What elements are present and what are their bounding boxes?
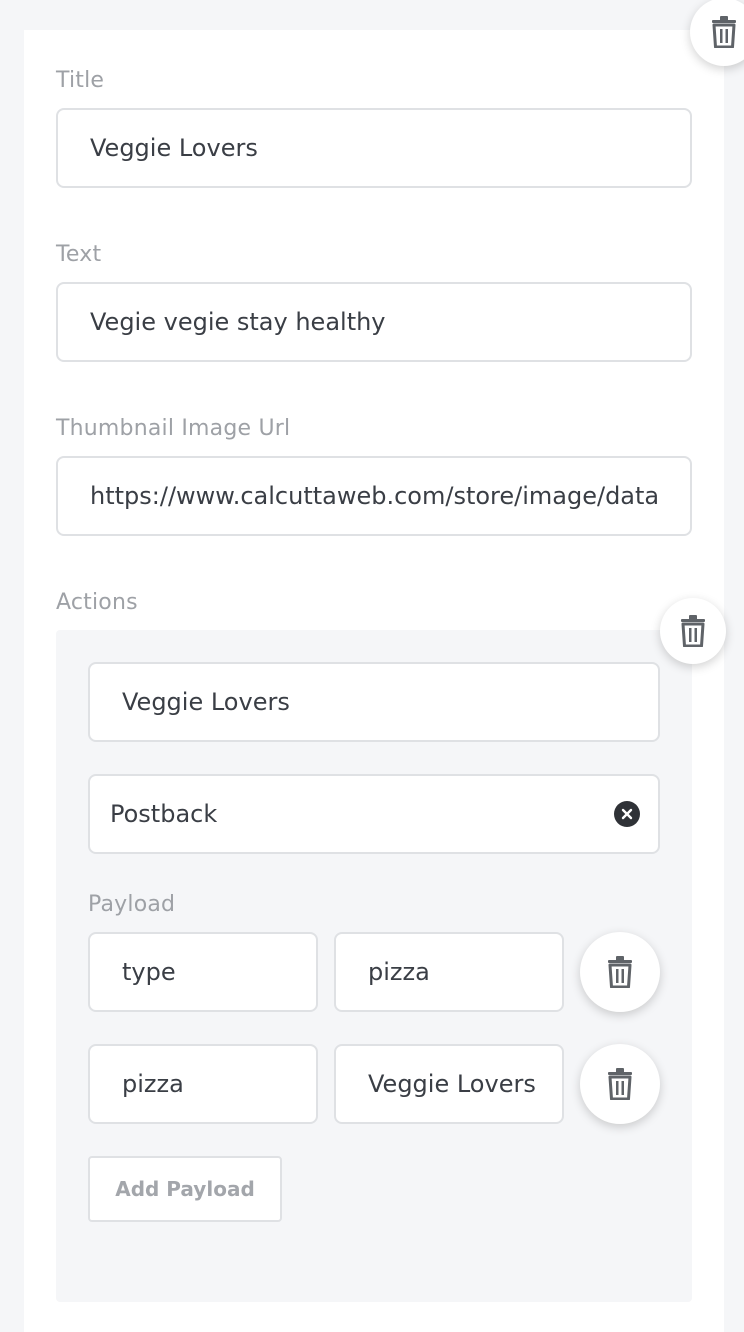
delete-action-button[interactable] [660, 598, 726, 664]
title-input-value: Veggie Lovers [90, 134, 258, 162]
trash-icon [608, 956, 632, 988]
thumbnail-url-value: https://www.calcuttaweb.com/store/image/… [90, 482, 658, 510]
payload-key-value: type [122, 958, 176, 986]
text-label: Text [56, 242, 102, 267]
text-input[interactable]: Vegie vegie stay healthy [56, 282, 692, 362]
thumbnail-url-input[interactable]: https://www.calcuttaweb.com/store/image/… [56, 456, 692, 536]
payload-value-value: pizza [368, 958, 430, 986]
close-circle-icon[interactable] [614, 801, 640, 827]
title-label: Title [56, 68, 105, 93]
text-input-value: Vegie vegie stay healthy [90, 308, 386, 336]
payload-key-value: pizza [122, 1070, 184, 1098]
trash-icon [681, 615, 705, 647]
trash-icon [712, 16, 736, 48]
payload-label: Payload [88, 892, 176, 917]
delete-payload-button[interactable] [580, 932, 660, 1012]
action-type-select[interactable]: Postback [88, 774, 660, 854]
actions-label: Actions [56, 590, 138, 615]
action-item: Veggie Lovers Postback Payload type pizz… [56, 630, 692, 1302]
payload-value-input[interactable]: Veggie Lovers [334, 1044, 564, 1124]
thumbnail-label: Thumbnail Image Url [56, 416, 291, 441]
action-title-value: Veggie Lovers [122, 688, 290, 716]
action-type-value: Postback [110, 800, 218, 828]
title-input[interactable]: Veggie Lovers [56, 108, 692, 188]
delete-payload-button[interactable] [580, 1044, 660, 1124]
add-payload-button[interactable]: Add Payload [88, 1156, 282, 1222]
trash-icon [608, 1068, 632, 1100]
payload-key-input[interactable]: pizza [88, 1044, 318, 1124]
action-title-input[interactable]: Veggie Lovers [88, 662, 660, 742]
payload-key-input[interactable]: type [88, 932, 318, 1012]
payload-value-input[interactable]: pizza [334, 932, 564, 1012]
card-editor: Title Veggie Lovers Text Vegie vegie sta… [24, 30, 726, 1332]
payload-value-value: Veggie Lovers [368, 1070, 536, 1098]
